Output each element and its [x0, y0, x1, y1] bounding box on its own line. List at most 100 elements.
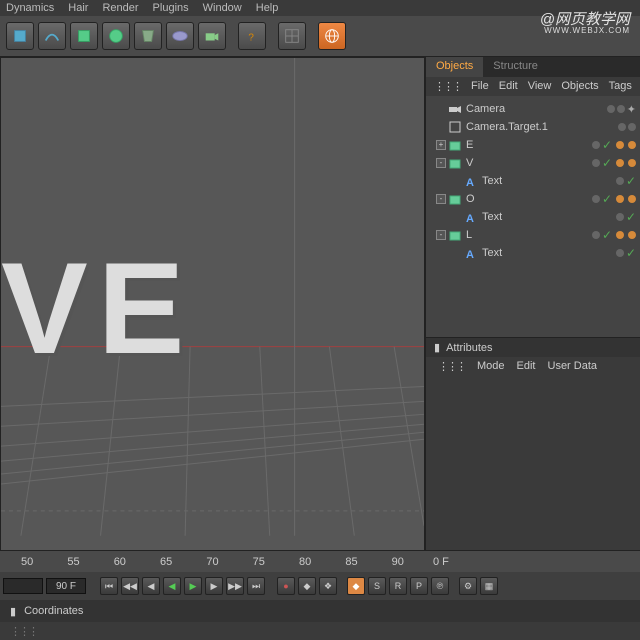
menu-hair[interactable]: Hair — [68, 2, 88, 14]
menu-render[interactable]: Render — [102, 2, 138, 14]
camera-tool-icon[interactable] — [198, 22, 226, 50]
frame-field[interactable] — [3, 578, 43, 594]
visibility-dot[interactable] — [592, 141, 600, 149]
enable-check[interactable]: ✓ — [626, 246, 636, 260]
attributes-title: Attributes — [446, 342, 492, 354]
options-icon[interactable]: ⚙ — [459, 577, 477, 595]
visibility-dot[interactable] — [592, 231, 600, 239]
tick: 65 — [160, 556, 172, 568]
enable-check[interactable]: ✓ — [602, 156, 612, 170]
material-tag[interactable] — [628, 141, 636, 149]
enable-check[interactable]: ✓ — [602, 138, 612, 152]
material-tag[interactable] — [616, 195, 624, 203]
key-rot-icon[interactable]: R — [389, 577, 407, 595]
tick: 50 — [21, 556, 33, 568]
prev-key-icon[interactable]: ◀◀ — [121, 577, 139, 595]
visibility-dot[interactable] — [628, 123, 636, 131]
target-tag[interactable]: ✦ — [627, 103, 636, 116]
svg-text:A: A — [466, 213, 474, 224]
browser-icon[interactable] — [318, 22, 346, 50]
object-row[interactable]: Camera.Target.1 — [430, 118, 636, 136]
key-scale-icon[interactable]: S — [368, 577, 386, 595]
attr-mode[interactable]: Mode — [477, 360, 505, 373]
om-view[interactable]: View — [528, 80, 552, 93]
visibility-dot[interactable] — [616, 213, 624, 221]
viewport[interactable]: VE — [0, 57, 425, 567]
next-frame-icon[interactable]: ▶ — [205, 577, 223, 595]
generator-icon[interactable] — [102, 22, 130, 50]
nurbs-icon[interactable] — [70, 22, 98, 50]
help-icon[interactable]: ? — [238, 22, 266, 50]
object-row[interactable]: +E✓ — [430, 136, 636, 154]
tab-structure[interactable]: Structure — [483, 57, 548, 77]
play-back-icon[interactable]: ◀ — [163, 577, 181, 595]
material-tag[interactable] — [628, 159, 636, 167]
om-tags[interactable]: Tags — [609, 80, 632, 93]
material-tag[interactable] — [616, 159, 624, 167]
menu-plugins[interactable]: Plugins — [153, 2, 189, 14]
tab-objects[interactable]: Objects — [426, 57, 483, 77]
timeline[interactable]: 505560657075808590 0 F — [0, 550, 640, 572]
prev-frame-icon[interactable]: ◀ — [142, 577, 160, 595]
cube-icon[interactable] — [6, 22, 34, 50]
object-row[interactable]: - O ✓ — [430, 190, 636, 208]
om-file[interactable]: File — [471, 80, 489, 93]
enable-check[interactable]: ✓ — [626, 210, 636, 224]
object-row[interactable]: -V✓ — [430, 154, 636, 172]
material-tag[interactable] — [616, 141, 624, 149]
visibility-dot[interactable] — [592, 159, 600, 167]
object-tags: ✓ — [616, 210, 636, 224]
visibility-dot[interactable] — [616, 249, 624, 257]
tree-toggle[interactable]: - — [436, 194, 446, 204]
end-frame-field[interactable] — [46, 578, 86, 594]
next-key-icon[interactable]: ▶▶ — [226, 577, 244, 595]
goto-start-icon[interactable]: ⏮ — [100, 577, 118, 595]
visibility-dot[interactable] — [617, 105, 625, 113]
visibility-dot[interactable] — [618, 123, 626, 131]
material-tag[interactable] — [628, 231, 636, 239]
tick: 55 — [67, 556, 79, 568]
visibility-dot[interactable] — [592, 195, 600, 203]
spline-icon[interactable] — [38, 22, 66, 50]
environment-icon[interactable] — [166, 22, 194, 50]
object-row[interactable]: AText✓ — [430, 244, 636, 262]
tree-toggle[interactable]: + — [436, 140, 446, 150]
layout-icon[interactable]: ▦ — [480, 577, 498, 595]
key-pos-icon[interactable]: ◆ — [347, 577, 365, 595]
deformer-icon[interactable] — [134, 22, 162, 50]
visibility-dot[interactable] — [607, 105, 615, 113]
goto-end-icon[interactable]: ⏭ — [247, 577, 265, 595]
object-row[interactable]: Camera✦ — [430, 100, 636, 118]
tree-toggle[interactable]: - — [436, 230, 446, 240]
svg-text:A: A — [466, 177, 474, 188]
object-tags: ✓ — [616, 174, 636, 188]
material-tag[interactable] — [616, 231, 624, 239]
object-name: O — [464, 193, 590, 205]
enable-check[interactable]: ✓ — [602, 192, 612, 206]
visibility-dot[interactable] — [616, 177, 624, 185]
object-row[interactable]: AText✓ — [430, 208, 636, 226]
play-icon[interactable]: ▶ — [184, 577, 202, 595]
grid-icon[interactable] — [278, 22, 306, 50]
extrude-icon — [448, 138, 462, 152]
menu-help[interactable]: Help — [256, 2, 279, 14]
key-selection-icon[interactable]: ❖ — [319, 577, 337, 595]
material-tag[interactable] — [628, 195, 636, 203]
key-param-icon[interactable]: P — [410, 577, 428, 595]
menu-dynamics[interactable]: Dynamics — [6, 2, 54, 14]
key-pla-icon[interactable]: ℗ — [431, 577, 449, 595]
autokey-icon[interactable]: ◆ — [298, 577, 316, 595]
record-icon[interactable]: ● — [277, 577, 295, 595]
object-row[interactable]: -L✓ — [430, 226, 636, 244]
text-icon: A — [464, 246, 478, 260]
enable-check[interactable]: ✓ — [626, 174, 636, 188]
tree-toggle[interactable]: - — [436, 158, 446, 168]
coordinates-title: Coordinates — [24, 605, 83, 617]
attr-userdata[interactable]: User Data — [548, 360, 598, 373]
enable-check[interactable]: ✓ — [602, 228, 612, 242]
attr-edit[interactable]: Edit — [517, 360, 536, 373]
menu-window[interactable]: Window — [203, 2, 242, 14]
om-objects[interactable]: Objects — [561, 80, 598, 93]
object-row[interactable]: AText✓ — [430, 172, 636, 190]
om-edit[interactable]: Edit — [499, 80, 518, 93]
